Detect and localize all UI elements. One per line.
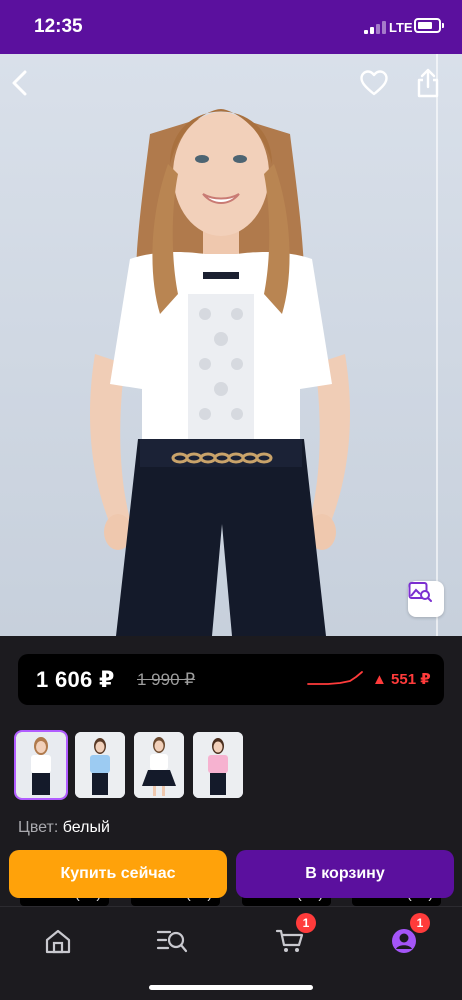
thumbnail-dark-skirt[interactable] <box>134 732 184 798</box>
add-to-cart-button[interactable]: В корзину <box>236 850 454 898</box>
catalog-search-icon <box>156 930 188 953</box>
tab-catalog[interactable] <box>152 921 192 961</box>
signal-icon <box>364 20 386 34</box>
share-button[interactable] <box>416 68 452 104</box>
thumbnail-strip <box>14 730 243 800</box>
thumbnail-light-blue-image <box>75 732 125 798</box>
share-icon <box>417 68 439 98</box>
status-time: 12:35 <box>34 16 83 37</box>
thumbnail-white[interactable] <box>14 730 68 800</box>
color-row: Цвет: белый <box>18 819 110 837</box>
thumbnail-white-image <box>16 732 66 798</box>
product-photo[interactable] <box>0 54 462 636</box>
color-label: Цвет: <box>18 819 63 836</box>
heart-icon <box>360 70 388 96</box>
price-trend-icon <box>307 671 363 685</box>
current-price: 1 606 ₽ <box>36 667 115 692</box>
thumbnail-light-blue[interactable] <box>75 732 125 798</box>
photo-edge-divider <box>436 54 438 636</box>
favorite-button[interactable] <box>360 70 396 106</box>
thumbnail-pink-image <box>193 732 243 798</box>
home-icon <box>45 929 71 954</box>
home-indicator <box>149 985 313 990</box>
tab-cart[interactable]: 1 <box>270 913 316 961</box>
tab-profile[interactable]: 1 <box>384 913 430 961</box>
price-delta: ▲ 551 ₽ <box>372 671 431 688</box>
old-price: 1 990 ₽ <box>137 670 196 689</box>
price-card[interactable]: 1 606 ₽ 1 990 ₽ ▲ 551 ₽ <box>18 654 444 705</box>
thumbnail-pink[interactable] <box>193 732 243 798</box>
battery-icon <box>414 18 444 33</box>
back-button[interactable] <box>10 70 46 106</box>
profile-badge: 1 <box>410 913 430 933</box>
color-value: белый <box>62 819 110 836</box>
network-type: LTE <box>389 20 413 35</box>
product-photo-illustration <box>90 109 350 636</box>
status-bar: 12:35 LTE <box>0 0 462 54</box>
buy-now-button[interactable]: Купить сейчас <box>9 850 227 898</box>
chevron-left-icon <box>12 70 27 96</box>
image-search-button[interactable] <box>408 581 444 617</box>
thumbnail-dark-skirt-image <box>134 732 184 798</box>
cart-badge: 1 <box>296 913 316 933</box>
tab-home[interactable] <box>38 921 78 961</box>
image-search-icon <box>408 582 432 602</box>
